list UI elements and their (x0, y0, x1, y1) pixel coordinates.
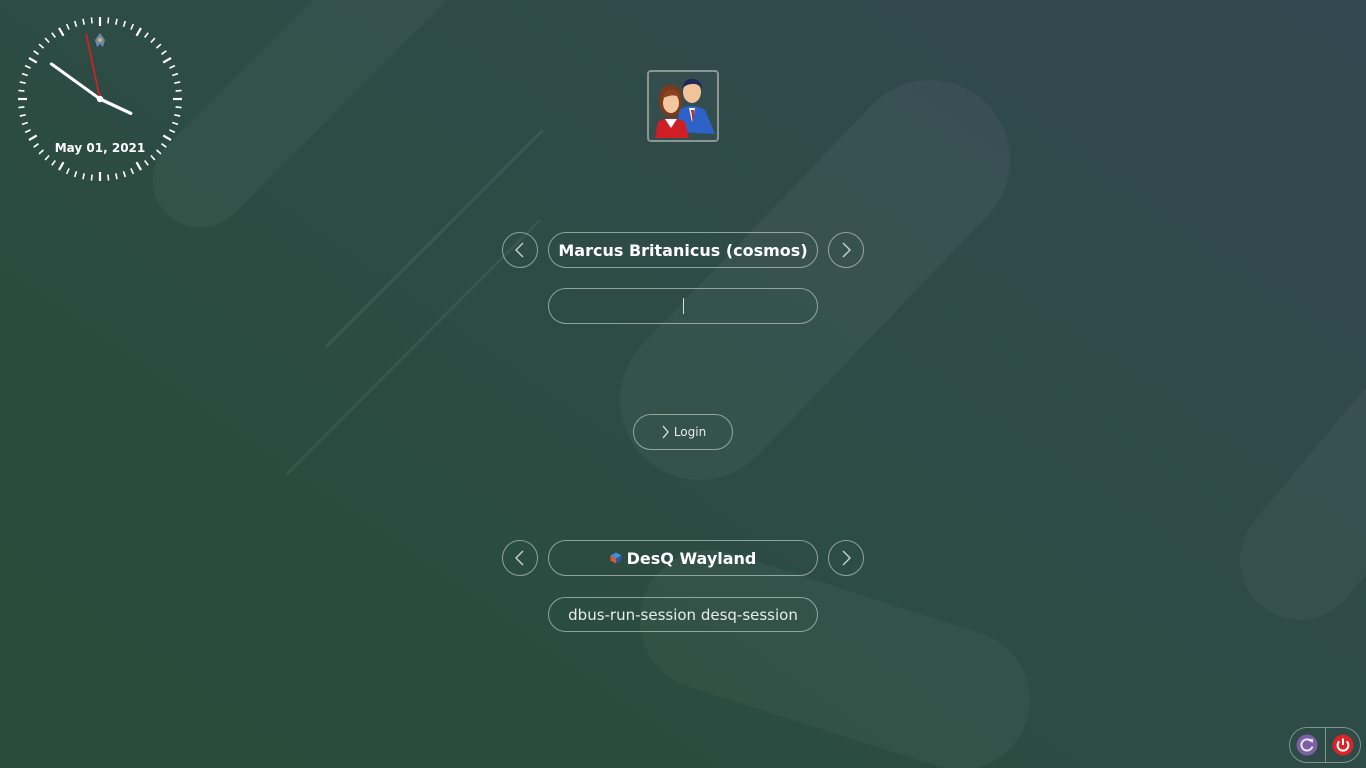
shutdown-button[interactable] (1324, 728, 1361, 762)
clock-tick (144, 160, 149, 166)
restart-button[interactable] (1290, 728, 1325, 762)
clock-tick (122, 171, 127, 178)
clock-face (18, 17, 182, 181)
clock-tick (107, 17, 110, 24)
login-button[interactable]: Login (633, 414, 733, 450)
chevron-right-icon (842, 550, 851, 566)
clock-tick (90, 17, 93, 24)
chevron-right-icon (842, 242, 851, 258)
clock-tick (24, 64, 31, 69)
chevron-left-icon (515, 550, 524, 566)
chevron-left-icon (515, 242, 524, 258)
clock-tick (33, 50, 39, 55)
previous-session-button[interactable] (502, 540, 538, 576)
clock-tick (28, 57, 38, 64)
clock-tick (58, 161, 65, 171)
clock-tick (135, 27, 142, 37)
clock-tick (73, 20, 78, 27)
clock-tick (155, 149, 162, 155)
users-icon (655, 78, 715, 138)
clock-tick (161, 50, 167, 55)
clock-tick (51, 32, 56, 38)
clock-tick (155, 43, 162, 49)
clock-tick (73, 171, 78, 178)
clock-tick (65, 168, 70, 175)
clock-tick (21, 72, 28, 77)
username-label: Marcus Britanicus (cosmos) (558, 240, 808, 260)
clock-tick (107, 174, 110, 181)
clock-tick (169, 129, 176, 134)
clock-tick (19, 114, 26, 117)
clock-tick (162, 134, 172, 141)
clock-tick (135, 161, 142, 171)
hour-hand (98, 97, 133, 115)
text-cursor (682, 298, 684, 314)
clock-tick (44, 154, 50, 161)
next-user-button[interactable] (828, 232, 864, 268)
clock-tick (24, 129, 31, 134)
clock-tick (174, 81, 181, 84)
clock-tick (172, 72, 179, 77)
clock-tick (162, 57, 172, 64)
login-label: Login (673, 425, 707, 439)
previous-user-button[interactable] (502, 232, 538, 268)
clock-tick (150, 37, 156, 44)
clock-tick (174, 114, 181, 117)
clock-tick (90, 174, 93, 181)
next-session-button[interactable] (828, 540, 864, 576)
clock-tick (38, 43, 45, 49)
session-command-field[interactable]: dbus-run-session desq-session (548, 597, 818, 632)
session-selector[interactable]: DesQ Wayland (548, 540, 818, 576)
clock-tick (21, 121, 28, 126)
username-field[interactable]: Marcus Britanicus (cosmos) (548, 232, 818, 268)
clock-tick (122, 20, 127, 27)
clock-tick (172, 121, 179, 126)
chevron-right-icon (662, 425, 669, 439)
user-avatar (647, 70, 719, 142)
clock-tick (18, 89, 25, 92)
clock-tick (169, 64, 176, 69)
clock-tick (144, 32, 149, 38)
clock-tick (65, 23, 70, 30)
clock-tick (115, 18, 118, 25)
clock-tick (58, 27, 65, 37)
session-name: DesQ Wayland (626, 548, 757, 568)
power-buttons (1289, 727, 1361, 763)
clock-tick (38, 149, 45, 155)
clock-tick (161, 143, 167, 148)
clock-tick (82, 18, 85, 25)
clock-tick (175, 106, 182, 109)
power-icon (1332, 734, 1354, 756)
clock-center (96, 95, 104, 103)
clock-tick (130, 168, 135, 175)
password-field[interactable] (548, 288, 818, 324)
clock-tick (28, 134, 38, 141)
clock-tick (150, 154, 156, 161)
clock-tick (175, 89, 182, 92)
clock-tick (130, 23, 135, 30)
analog-clock: May 01, 2021 (17, 16, 183, 182)
clock-tick (51, 160, 56, 166)
clock-tick (82, 173, 85, 180)
clock-date: May 01, 2021 (54, 141, 146, 155)
clock-tick (19, 81, 26, 84)
desq-logo-icon (610, 552, 622, 564)
session-command: dbus-run-session desq-session (568, 605, 798, 624)
restart-icon (1296, 734, 1318, 756)
clock-tick (115, 173, 118, 180)
clock-tick (33, 143, 39, 148)
clock-tick (44, 37, 50, 44)
clock-tick (18, 106, 25, 109)
minute-hand (49, 62, 102, 101)
